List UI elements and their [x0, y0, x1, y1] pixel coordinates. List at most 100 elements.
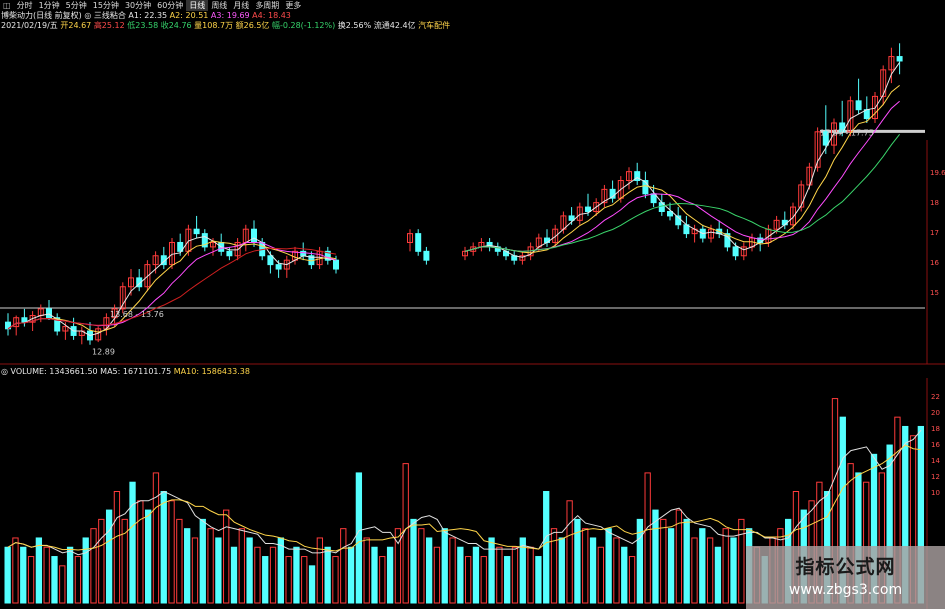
- watermark: 指标公式网 www.zbgs3.com: [746, 546, 945, 609]
- volume-bar: [105, 509, 113, 604]
- period-tab-8[interactable]: 月线: [230, 0, 252, 11]
- volume-bar: [35, 537, 43, 604]
- volume-bar: [660, 518, 667, 604]
- price-axis-label: 15: [930, 289, 939, 297]
- period-tab-9[interactable]: 多周期: [252, 0, 282, 11]
- period-tab-3[interactable]: 15分钟: [90, 0, 122, 11]
- volume-bar: [566, 500, 573, 604]
- volume-bar: [589, 537, 597, 604]
- volume-bar: [582, 528, 589, 604]
- volume-bar: [605, 528, 612, 604]
- volume-bar: [332, 556, 339, 604]
- period-tab-0[interactable]: 分时: [14, 0, 36, 11]
- volume-bar: [184, 528, 191, 604]
- period-tab-7[interactable]: 周线: [208, 0, 230, 11]
- period-tab-2[interactable]: 5分钟: [63, 0, 90, 11]
- volume-bar: [488, 537, 495, 604]
- volume-bar: [160, 491, 167, 604]
- volume-bar: [82, 537, 89, 604]
- volume-bar: [113, 491, 121, 604]
- volume-bar: [480, 556, 487, 604]
- volume-bar: [371, 546, 378, 604]
- indicator-name[interactable]: 三线粘合: [94, 11, 126, 20]
- volume-bar: [316, 537, 324, 604]
- seg1-candle: [251, 228, 257, 243]
- annotation-low-1: 12.89: [92, 348, 115, 357]
- volume-bar: [691, 537, 698, 604]
- volume-axis-label: 12: [931, 473, 940, 481]
- volume-bar: [699, 528, 706, 604]
- annotation-range-2: 17.67 - 17.75: [820, 128, 874, 137]
- volume-bar: [199, 518, 206, 604]
- ma-a3: A3: 19.69: [210, 11, 250, 20]
- volume-bar: [379, 556, 386, 604]
- volume-bar: [441, 528, 448, 604]
- seg3-candle: [732, 246, 739, 257]
- volume-bar: [496, 546, 503, 604]
- volume-bar: [418, 528, 425, 604]
- seg2-candle: [415, 233, 422, 252]
- volume-bar: [706, 537, 714, 604]
- seg3-candle: [855, 100, 862, 111]
- seg1-candle: [300, 250, 307, 257]
- quote-float: 流通42.4亿: [373, 21, 416, 30]
- indicator-settings-icon[interactable]: ◎: [84, 11, 94, 20]
- ma-a4: A4: 18.43: [252, 11, 291, 20]
- volume-bar: [301, 556, 308, 604]
- volume-bar: [308, 565, 316, 604]
- volume-bar: [667, 528, 675, 604]
- volume-bar: [472, 546, 480, 604]
- volume-bar: [730, 537, 737, 604]
- volume-bar: [543, 491, 550, 604]
- seg3-candle: [896, 56, 903, 62]
- quote-close: 收24.76: [160, 21, 192, 30]
- volume-value: VOLUME: 1343661.50: [10, 367, 98, 376]
- volume-ma10-line: [7, 444, 922, 552]
- volume-bar: [535, 556, 542, 604]
- volume-bar: [223, 509, 230, 604]
- watermark-url: www.zbgs3.com: [788, 582, 903, 598]
- kline-chart[interactable]: 13.68 - 13.76 12.89 17.67 - 17.75 19.6 18 17 1…: [0, 0, 945, 609]
- volume-bar: [550, 528, 558, 604]
- chart-mode-icon[interactable]: ◫: [0, 0, 14, 11]
- volume-bar: [129, 481, 136, 604]
- volume-bar: [262, 556, 269, 604]
- volume-axis-label: 22: [931, 393, 940, 401]
- period-tab-1[interactable]: 1分钟: [36, 0, 63, 11]
- volume-bar: [215, 537, 222, 604]
- period-tab-4[interactable]: 30分钟: [122, 0, 154, 11]
- volume-bar: [269, 546, 277, 604]
- quote-turnover: 换2.56%: [337, 21, 372, 30]
- volume-bar: [347, 546, 355, 604]
- volume-bar: [152, 472, 160, 604]
- price-axis-label: 19.6: [930, 169, 945, 177]
- quote-sector[interactable]: 汽车配件: [418, 21, 450, 30]
- volume-axis-label: 14: [931, 457, 940, 465]
- volume-bar: [652, 509, 659, 604]
- volume-bar: [355, 472, 363, 604]
- period-tab-10[interactable]: 更多: [282, 0, 304, 11]
- volume-bar: [363, 537, 370, 604]
- volume-bar: [683, 518, 690, 604]
- quote-open: 开24.67: [60, 21, 92, 30]
- volume-bar: [340, 528, 347, 604]
- volume-bar: [43, 546, 50, 604]
- volume-bar: [230, 546, 238, 604]
- period-tab-5[interactable]: 60分钟: [154, 0, 186, 11]
- volume-bar: [527, 546, 534, 604]
- volume-ma5: MA5: 1671101.75: [100, 367, 172, 376]
- volume-axis-label: 10: [931, 489, 940, 497]
- seg1-candle: [193, 228, 200, 235]
- quote-volume: 量108.7万: [194, 21, 234, 30]
- volume-bar: [74, 556, 82, 604]
- volume-bar: [191, 537, 199, 604]
- quote-date: 2021/02/19/五: [1, 21, 58, 30]
- seg1-candle: [275, 264, 282, 270]
- seg1-candle: [226, 250, 233, 257]
- period-tab-6[interactable]: 日线: [186, 0, 209, 11]
- volume-bar: [449, 537, 456, 604]
- volume-bar: [722, 528, 729, 604]
- volume-settings-icon[interactable]: ◎: [1, 367, 11, 376]
- volume-bar: [410, 518, 417, 604]
- volume-bar: [176, 518, 183, 604]
